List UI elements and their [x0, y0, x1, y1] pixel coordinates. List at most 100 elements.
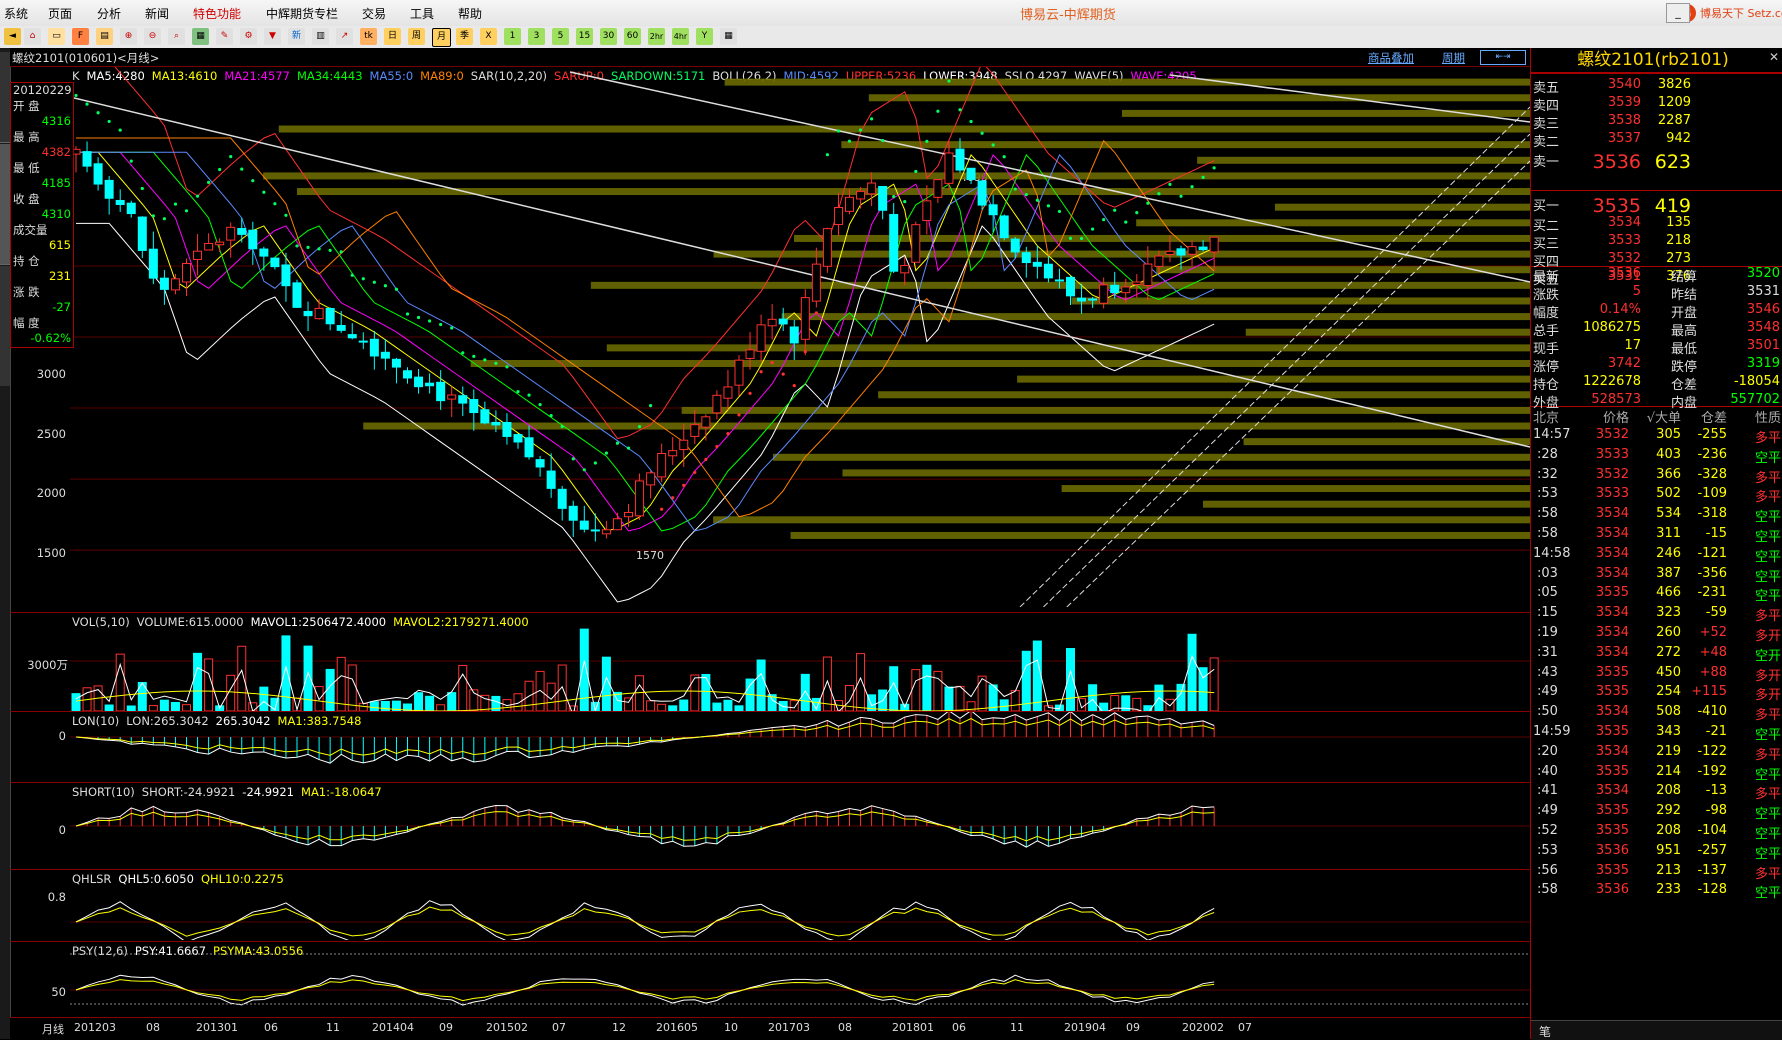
trade-time: :53: [1537, 842, 1558, 858]
quote-panel: 螺纹2101(rb2101) ✕ 笔 卖五 3540 3826 卖四 3539 1209 卖…: [1530, 48, 1782, 1040]
draw-icon[interactable]: ✎: [216, 28, 233, 45]
open-icon[interactable]: ▭: [48, 28, 65, 45]
info-label: 最 低: [13, 160, 40, 175]
period-day-button[interactable]: 日: [384, 28, 401, 45]
zoom-out-icon[interactable]: ⊖: [144, 28, 161, 45]
volume-profile-bar: [681, 406, 1530, 414]
candle-body: [612, 518, 622, 531]
candle-body: [215, 241, 225, 246]
home-icon[interactable]: ⌂: [24, 28, 41, 45]
trade-oi-change: -15: [1705, 526, 1727, 541]
close-icon[interactable]: ✕: [1767, 50, 1781, 64]
candle-body: [1121, 286, 1131, 294]
psy-chart: [70, 953, 1530, 1006]
candle-body: [668, 450, 678, 457]
zoom-in-icon[interactable]: ⊕: [120, 28, 137, 45]
period-4hr-button[interactable]: 4hr: [672, 28, 689, 45]
filter-icon[interactable]: ▼: [264, 28, 281, 45]
period-y-button[interactable]: Y: [696, 28, 713, 45]
volume-profile-bar: [713, 250, 1530, 258]
sar-dot: [505, 365, 509, 369]
trade-time: :49: [1537, 684, 1558, 700]
tab-intraday[interactable]: [0, 52, 10, 143]
period-30-button[interactable]: 30: [600, 28, 617, 45]
stat-value: 3742: [1607, 356, 1641, 371]
stat-value: 3546: [1746, 302, 1780, 317]
channel-line: [1066, 160, 1530, 607]
sar-dot: [770, 361, 774, 365]
period-week-button[interactable]: 周: [408, 28, 425, 45]
period-2hr-button[interactable]: 2hr: [648, 28, 665, 45]
period-x-button[interactable]: X: [480, 28, 497, 45]
period-season-button[interactable]: 季: [456, 28, 473, 45]
period-3-button[interactable]: 3: [528, 28, 545, 45]
stat-row: 涨跌 5 昨结 3531: [1531, 283, 1782, 303]
sar-dot: [637, 425, 642, 429]
layout-icon[interactable]: ▦: [192, 28, 209, 45]
trade-price: 3534: [1595, 526, 1629, 541]
sar-dot: [549, 413, 553, 418]
volume-profile-bar: [842, 469, 1530, 477]
footer-tab[interactable]: 笔: [1539, 1023, 1551, 1040]
period-1-button[interactable]: 1: [504, 28, 521, 45]
menu-zhonghui[interactable]: 中辉期货专栏: [266, 5, 338, 22]
chart-icon[interactable]: ↗: [336, 28, 353, 45]
trade-oi-change: -318: [1697, 506, 1727, 522]
calc-icon[interactable]: ▦: [720, 28, 737, 45]
volume-profile-bar: [590, 281, 1530, 289]
trade-oi-change: -109: [1697, 486, 1727, 502]
tick-icon[interactable]: tk: [360, 28, 377, 45]
tab-quote[interactable]: [0, 266, 10, 386]
back-icon[interactable]: ◄: [4, 28, 21, 45]
candle-body: [568, 505, 578, 521]
folder-icon[interactable]: ▤: [96, 28, 113, 45]
volume-bar: [911, 669, 921, 711]
trade-type: 空平: [1754, 767, 1781, 783]
table-icon[interactable]: ▥: [312, 28, 329, 45]
trade-row: :41 3534 208 -13 多平: [1531, 781, 1782, 802]
trade-row: :32 3532 366 -328 多平: [1531, 465, 1782, 486]
menu-special[interactable]: 特色功能: [193, 5, 241, 22]
menu-page[interactable]: 页面: [48, 5, 72, 22]
x-tick-label: 201203: [74, 1021, 116, 1034]
menu-news[interactable]: 新闻: [145, 5, 169, 22]
menu-help[interactable]: 帮助: [458, 5, 482, 22]
trade-volume: 305: [1656, 427, 1681, 442]
menu-tools[interactable]: 工具: [410, 5, 434, 22]
x-tick-label: 201605: [656, 1021, 698, 1034]
f10-icon[interactable]: F: [72, 28, 89, 45]
trade-volume: 292: [1656, 803, 1681, 819]
search-icon[interactable]: ⌕: [168, 28, 185, 45]
trade-time: :53: [1537, 486, 1558, 502]
candle-body: [480, 409, 490, 424]
menu-system[interactable]: 系统: [4, 5, 28, 22]
tool-icon[interactable]: ⚙: [240, 28, 257, 45]
menu-trade[interactable]: 交易: [362, 5, 386, 22]
trade-volume: 450: [1656, 664, 1681, 680]
minimize-button[interactable]: _: [1666, 3, 1690, 23]
mavol2-line: [75, 690, 1215, 711]
period-link[interactable]: 周期: [1442, 50, 1465, 66]
period-month-button[interactable]: 月: [432, 28, 451, 47]
new-icon[interactable]: 新: [288, 28, 305, 45]
mavol1-line: [75, 655, 1215, 711]
ask-volume: 2287: [1657, 113, 1691, 128]
period-60-button[interactable]: 60: [624, 28, 641, 45]
candle-body: [1066, 276, 1075, 297]
menu-analysis[interactable]: 分析: [97, 5, 121, 22]
volume-profile-bar: [772, 453, 1530, 461]
stat-value: 3520: [1746, 266, 1780, 281]
trade-time: :03: [1537, 565, 1558, 581]
trade-time: :20: [1537, 743, 1558, 759]
expand-icon[interactable]: ⇤⇥: [1480, 50, 1526, 65]
trade-oi-change: +115: [1691, 684, 1727, 700]
trade-row: 14:57 3532 305 -255 多平: [1531, 425, 1782, 446]
volume-bar: [336, 656, 346, 711]
tab-technical[interactable]: [0, 144, 10, 265]
candle-body: [734, 359, 744, 386]
period-5-button[interactable]: 5: [552, 28, 569, 45]
period-15-button[interactable]: 15: [576, 28, 593, 45]
volume-profile-bar: [878, 391, 1530, 399]
overlay-link[interactable]: 商品叠加: [1368, 50, 1414, 66]
candle-body: [767, 318, 777, 327]
